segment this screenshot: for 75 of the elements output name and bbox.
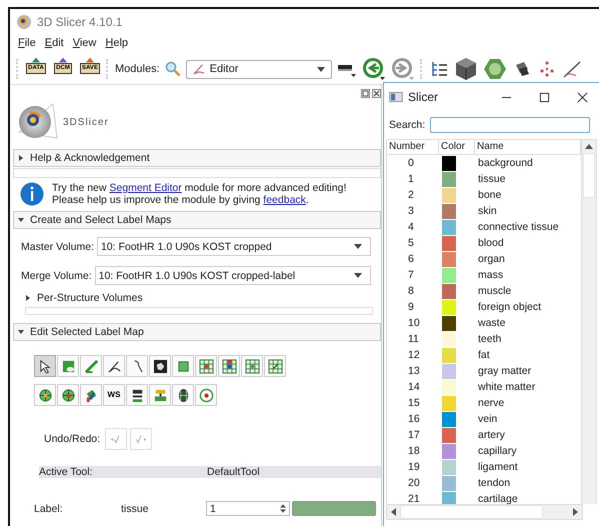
master-volume-label: Master Volume: [21, 240, 94, 252]
name-cell-text: white matter [477, 381, 536, 393]
name-cell-text: artery [477, 429, 506, 441]
notice-text: Try the new Segment Editor module for more advanced editing! [52, 182, 346, 194]
search-label: Search: [389, 119, 426, 131]
number-cell-text: 9 [407, 301, 415, 313]
tool-button[interactable]: WS [103, 384, 125, 406]
logo-text: 3DSlicer [63, 116, 109, 128]
active-tool-label: Active Tool: [39, 466, 94, 478]
name-cell-text: organ [477, 253, 506, 265]
name-cell-text: bone [477, 189, 502, 201]
number-cell-text: 7 [407, 269, 415, 281]
number-cell-text: 15 [407, 397, 421, 409]
name-cell-text: gray matter [477, 365, 532, 377]
column-header[interactable]: Number [387, 140, 439, 154]
number-cell-text: 0 [407, 157, 415, 169]
label-name: tissue [121, 502, 150, 514]
number-cell-text: 3 [407, 205, 415, 217]
merge-volume-dropdown[interactable]: 10: FootHR 1.0 U90s KOST cropped-label [94, 266, 371, 285]
name-cell-text: muscle [477, 285, 512, 297]
name-cell-text: tissue [477, 173, 506, 185]
menu-item[interactable]: Edit [44, 36, 64, 48]
menu-item[interactable]: Help [105, 36, 128, 48]
module-dropdown[interactable]: Editor [186, 60, 332, 78]
number-cell-text: 4 [407, 221, 415, 233]
number-cell-text: 12 [407, 349, 421, 361]
notice-text: Please help us improve the module by giving feedback. [52, 194, 310, 206]
number-cell-text: 21 [407, 493, 421, 505]
number-cell-text: 13 [407, 365, 421, 377]
name-cell-text: fat [477, 349, 491, 361]
number-cell-text: 8 [407, 285, 415, 297]
name-cell-text: ligament [477, 461, 519, 473]
name-cell-text: tendon [477, 477, 512, 489]
undo-redo-label: Undo/Redo: [44, 433, 100, 445]
name-cell-text: mass [477, 269, 504, 281]
name-cell-text: cartilage [477, 493, 519, 505]
label-caption: Label: [34, 502, 64, 514]
name-cell-text: waste [477, 317, 506, 329]
number-cell-text: 2 [407, 189, 415, 201]
name-cell-text: skin [477, 205, 498, 217]
number-cell-text: 5 [407, 237, 415, 249]
window-title: 3D Slicer 4.10.1 [37, 14, 122, 28]
name-cell-text: foreign object [477, 301, 542, 313]
section-header[interactable]: Help & Acknowledgement [13, 149, 381, 167]
feedback-link[interactable]: feedback [263, 194, 306, 206]
window-title: Slicer [408, 90, 440, 104]
name-cell-text: background [477, 157, 534, 169]
master-volume-dropdown[interactable]: 10: FootHR 1.0 U90s KOST cropped [96, 237, 371, 256]
number-cell-text: 20 [407, 477, 421, 489]
section-header[interactable]: Edit Selected Label Map [13, 323, 381, 341]
name-cell-text: blood [477, 237, 505, 249]
number-cell-text: 1 [407, 173, 415, 185]
number-cell-text: 18 [407, 445, 421, 457]
number-cell-text: 19 [407, 461, 421, 473]
name-cell-text: capillary [477, 445, 518, 457]
name-cell-text: vein [477, 413, 498, 425]
number-cell-text: 11 [407, 333, 420, 345]
column-header[interactable]: Color [439, 140, 475, 154]
modules-label: Modules: [115, 63, 160, 75]
number-cell-text: 6 [407, 253, 415, 265]
name-cell-text: teeth [477, 333, 502, 345]
menu-item[interactable]: File [18, 36, 36, 48]
menu-item[interactable]: View [72, 36, 96, 48]
name-cell-text: connective tissue [477, 221, 560, 233]
subsection-header[interactable]: Per-Structure Volumes [21, 291, 381, 305]
section-header[interactable]: Create and Select Label Maps [13, 211, 381, 229]
number-cell-text: 17 [407, 429, 421, 441]
merge-volume-label: Merge Volume: [21, 270, 92, 282]
number-cell-text: 14 [407, 381, 421, 393]
number-cell-text: 16 [407, 413, 421, 425]
segment-editor-link[interactable]: Segment Editor [109, 182, 182, 194]
name-cell-text: nerve [477, 397, 506, 409]
active-tool-value: DefaultTool [207, 466, 261, 478]
number-cell-text: 10 [407, 317, 421, 329]
label-spinbox[interactable]: 1 [206, 501, 290, 516]
